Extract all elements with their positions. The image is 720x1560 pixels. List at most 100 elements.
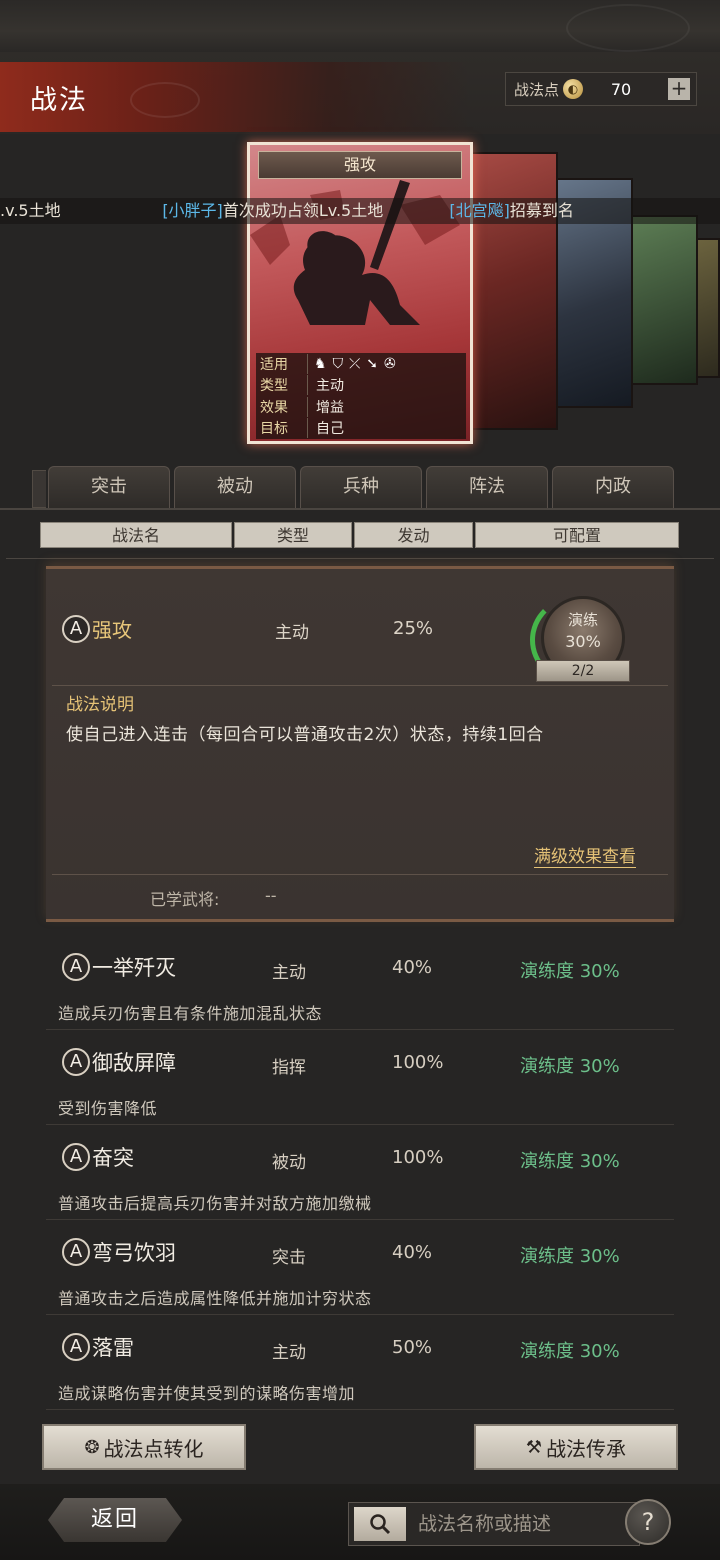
tab-assault[interactable]: 突击	[48, 466, 170, 508]
skill-rate: 100%	[392, 1052, 444, 1073]
divider	[6, 558, 714, 559]
search-button[interactable]	[354, 1507, 406, 1541]
column-header-trigger[interactable]: 发动	[354, 522, 473, 548]
skill-description-title: 战法说明	[66, 695, 134, 715]
card-info-value: 自己	[316, 421, 344, 438]
grade-badge: A	[62, 614, 90, 643]
learned-generals-value: --	[265, 886, 277, 905]
skill-description: 造成兵刃伤害且有条件施加混乱状态	[58, 1004, 323, 1023]
skill-rate: 40%	[392, 957, 433, 978]
top-decor-band	[0, 0, 720, 52]
bow-icon: ⤫	[349, 355, 361, 372]
add-points-button[interactable]: +	[668, 78, 690, 100]
card-info-row: 效果 增益	[256, 396, 466, 418]
help-button[interactable]: ?	[625, 1499, 671, 1545]
max-level-effect-link[interactable]: 满级效果查看	[534, 842, 636, 868]
skill-training: 演练度 30%	[520, 1341, 620, 1362]
search-icon	[370, 1514, 391, 1535]
selected-skill-rate: 25%	[393, 618, 434, 639]
skill-name-group: A 落雷	[62, 1332, 134, 1362]
selected-skill-name-group[interactable]: A 强攻	[62, 614, 132, 643]
skill-list-row[interactable]: A 弯弓饮羽 突击 40% 演练度 30% 普通攻击之后造成属性降低并施加计穷状…	[46, 1223, 674, 1315]
skill-list-row[interactable]: A 落雷 主动 50% 演练度 30% 造成谋略伤害并使其受到的谋略伤害增加	[46, 1318, 674, 1410]
convert-points-button[interactable]: ❂ 战法点转化	[42, 1424, 246, 1470]
tab-formation[interactable]: 阵法	[426, 466, 548, 508]
convert-points-label: 战法点转化	[103, 1436, 204, 1461]
chariot-icon: ✇	[384, 355, 396, 372]
card-info-key: 目标	[256, 418, 308, 439]
divider	[52, 874, 668, 875]
card-info-row: 目标 自己	[256, 418, 466, 440]
card-info-row: 适用 ♞ ⛉ ⤫ ➘ ✇	[256, 353, 466, 375]
skill-description-text: 使自己进入连击（每回合可以普通攻击2次）状态，持续1回合	[66, 725, 544, 745]
skill-description: 造成谋略伤害并使其受到的谋略伤害增加	[58, 1384, 356, 1403]
grade-badge: A	[62, 1143, 90, 1171]
skill-name-group: A 御敌屏障	[62, 1047, 176, 1077]
spear-icon: ➘	[366, 355, 378, 372]
skill-type: 突击	[272, 1248, 306, 1268]
back-button[interactable]: 返回	[48, 1498, 182, 1542]
cloud-ornament-icon	[130, 82, 200, 118]
skill-points-box: 战法点 ◐ 70 +	[505, 72, 697, 106]
tab-passive[interactable]: 被动	[174, 466, 296, 508]
card-title: 强攻	[258, 151, 462, 179]
skill-rate: 100%	[392, 1147, 444, 1168]
skill-list-row[interactable]: A 一举歼灭 主动 40% 演练度 30% 造成兵刃伤害且有条件施加混乱状态	[46, 938, 674, 1030]
skill-point-coin-icon: ◐	[563, 79, 584, 99]
flame-icon: ❂	[84, 1436, 100, 1458]
column-header-type[interactable]: 类型	[234, 522, 352, 548]
grade-badge: A	[62, 1048, 90, 1076]
skill-name: 落雷	[92, 1336, 134, 1360]
ticker-text: 首次成功占领Lv.5土地	[222, 201, 384, 220]
selected-skill-name: 强攻	[92, 618, 132, 642]
skill-card-preview[interactable]	[628, 215, 698, 385]
tab-underline	[0, 508, 720, 510]
skill-rate: 40%	[392, 1242, 433, 1263]
inherit-skill-label: 战法传承	[546, 1436, 627, 1461]
grade-badge: A	[62, 1238, 90, 1266]
training-label: 演练	[567, 611, 598, 629]
skill-name: 奋突	[92, 1146, 134, 1170]
skill-name-group: A 一举歼灭	[62, 952, 176, 982]
hammer-icon: ⚒	[525, 1436, 543, 1458]
skill-name: 御敌屏障	[92, 1051, 176, 1075]
skill-list-row[interactable]: A 奋突 被动 100% 演练度 30% 普通攻击后提高兵刃伤害并对敌方施加缴械	[46, 1128, 674, 1220]
skill-training: 演练度 30%	[520, 1056, 620, 1077]
skill-name: 一举歼灭	[92, 956, 176, 980]
grade-badge: A	[62, 953, 90, 981]
skill-description: 受到伤害降低	[58, 1099, 158, 1118]
tab-internal-affairs[interactable]: 内政	[552, 466, 674, 508]
skill-description: 普通攻击后提高兵刃伤害并对敌方施加缴械	[58, 1194, 372, 1213]
search-input[interactable]	[418, 1513, 628, 1535]
skill-points-label: 战法点	[514, 80, 560, 99]
ticker-player-name: [小胖子]	[162, 201, 223, 220]
training-percent: 30%	[565, 632, 601, 651]
skill-type: 被动	[272, 1153, 306, 1173]
tab-troop-type[interactable]: 兵种	[300, 466, 422, 508]
inherit-skill-button[interactable]: ⚒ 战法传承	[474, 1424, 678, 1470]
skill-card-preview[interactable]	[470, 152, 558, 430]
skill-name-group: A 奋突	[62, 1142, 134, 1172]
search-box	[348, 1502, 640, 1546]
card-info-table: 适用 ♞ ⛉ ⤫ ➘ ✇ 类型 主动 效果 增益 目标 自己	[256, 353, 466, 439]
grade-badge: A	[62, 1333, 90, 1361]
card-info-key: 效果	[256, 396, 308, 417]
skill-type: 主动	[272, 1343, 306, 1363]
column-header-name[interactable]: 战法名	[40, 522, 232, 548]
skill-rate: 50%	[392, 1337, 433, 1358]
arm-type-icons: ♞ ⛉ ⤫ ➘ ✇	[308, 356, 396, 372]
skill-training: 演练度 30%	[520, 1246, 620, 1267]
skill-type: 指挥	[272, 1058, 306, 1078]
skill-training: 演练度 30%	[520, 961, 620, 982]
learned-generals-label: 已学武将:	[150, 890, 220, 909]
divider	[52, 685, 668, 686]
skill-list-row[interactable]: A 御敌屏障 指挥 100% 演练度 30% 受到伤害降低	[46, 1033, 674, 1125]
skill-points-value: 70	[610, 79, 632, 99]
selected-skill-card[interactable]: 强攻 适用 ♞ ⛉ ⤫ ➘ ✇ 类型 主动 效果 增益 目标 自己	[247, 142, 473, 444]
card-info-key: 适用	[256, 353, 308, 374]
skill-name-group: A 弯弓饮羽	[62, 1237, 176, 1267]
skill-name: 弯弓饮羽	[92, 1241, 176, 1265]
shield-icon: ⛉	[332, 355, 344, 372]
column-header-configurable[interactable]: 可配置	[475, 522, 679, 548]
selected-skill-type: 主动	[275, 623, 309, 643]
